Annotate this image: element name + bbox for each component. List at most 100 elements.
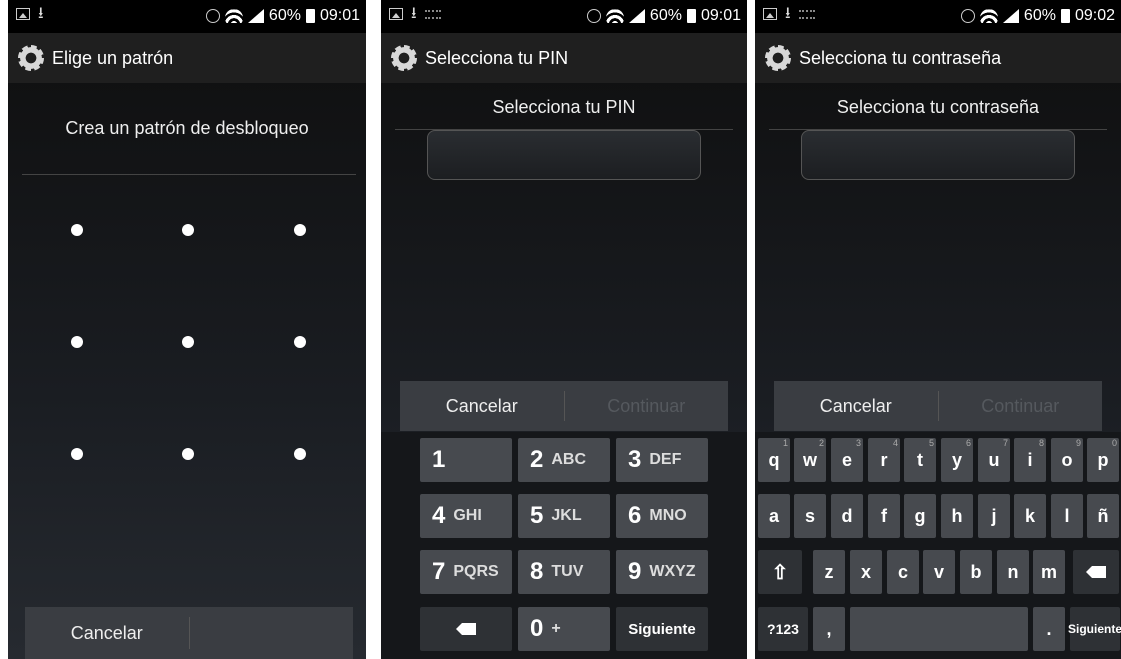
- key-t[interactable]: t5: [904, 438, 936, 482]
- key-h[interactable]: h: [941, 494, 973, 538]
- key-r[interactable]: r4: [868, 438, 900, 482]
- key-l[interactable]: l: [1051, 494, 1083, 538]
- key-digit: 8: [530, 558, 544, 585]
- alarm-icon: [586, 9, 601, 23]
- key-hint: 8: [1038, 438, 1044, 448]
- key-n-tilde[interactable]: ñ: [1087, 494, 1119, 538]
- key-x[interactable]: x: [850, 550, 882, 594]
- key-letters: JKL: [551, 507, 582, 524]
- next-key[interactable]: Siguiente: [616, 607, 708, 651]
- key-3[interactable]: 3 DEF: [616, 438, 708, 482]
- comma-key[interactable]: ,: [813, 607, 845, 651]
- pin-input[interactable]: [427, 130, 701, 180]
- backspace-icon: [456, 623, 476, 635]
- key-k[interactable]: k: [1014, 494, 1046, 538]
- key-hint: 2: [818, 438, 824, 448]
- backspace-key[interactable]: [420, 607, 512, 651]
- key-u[interactable]: u7: [978, 438, 1010, 482]
- key-7[interactable]: 7 PQRS: [420, 550, 512, 594]
- pattern-dot-1[interactable]: [71, 224, 83, 236]
- key-digit: 1: [432, 446, 446, 473]
- key-i[interactable]: i8: [1014, 438, 1046, 482]
- key-p[interactable]: p0: [1087, 438, 1119, 482]
- key-s[interactable]: s: [794, 494, 826, 538]
- key-c[interactable]: c: [887, 550, 919, 594]
- key-9[interactable]: 9 WXYZ: [616, 550, 708, 594]
- next-key[interactable]: Siguiente: [1068, 607, 1121, 651]
- backspace-icon: [1086, 566, 1106, 578]
- action-bar: Selecciona tu PIN: [381, 33, 747, 83]
- image-notification-icon: [763, 8, 777, 20]
- download-icon: ⭳: [785, 5, 791, 22]
- key-v[interactable]: v: [923, 550, 955, 594]
- pattern-dot-2[interactable]: [182, 224, 194, 236]
- key-0[interactable]: 0 +: [518, 607, 610, 651]
- pattern-dot-9[interactable]: [294, 448, 306, 460]
- pattern-prompt: Crea un patrón de desbloqueo: [65, 118, 309, 138]
- key-e[interactable]: e3: [831, 438, 863, 482]
- key-4[interactable]: 4 GHI: [420, 494, 512, 538]
- key-2[interactable]: 2 ABC: [518, 438, 610, 482]
- key-z[interactable]: z: [813, 550, 845, 594]
- key-letters: +: [551, 620, 561, 637]
- space-key[interactable]: [850, 607, 1028, 651]
- key-digit: 5: [530, 502, 544, 529]
- battery-percent: 60%: [649, 7, 682, 24]
- key-o[interactable]: o9: [1051, 438, 1083, 482]
- button-bar: Cancelar: [25, 607, 353, 659]
- download-icon: ⭳: [38, 5, 44, 22]
- key-hint: 9: [1075, 438, 1081, 448]
- pattern-dot-3[interactable]: [294, 224, 306, 236]
- gear-icon: [18, 45, 44, 71]
- key-digit: 3: [628, 446, 642, 473]
- key-hint: 4: [892, 438, 898, 448]
- pattern-dot-4[interactable]: [71, 336, 83, 348]
- key-1[interactable]: 1: [420, 438, 512, 482]
- key-letters: TUV: [551, 563, 584, 580]
- gear-icon: [391, 45, 417, 71]
- cancel-button[interactable]: Cancelar: [774, 381, 938, 431]
- pattern-dot-5[interactable]: [182, 336, 194, 348]
- cancel-button[interactable]: Cancelar: [400, 381, 564, 431]
- key-6[interactable]: 6 MNO: [616, 494, 708, 538]
- key-q[interactable]: q1: [758, 438, 790, 482]
- download-icon: ⭳: [411, 5, 417, 22]
- key-m[interactable]: m: [1033, 550, 1065, 594]
- numeric-keypad: 1 2 ABC 3 DEF 4 GHI 5 JKL 6 MNO 7 PQRS 8 TUV 9W…: [381, 432, 747, 659]
- backspace-key[interactable]: [1073, 550, 1119, 594]
- continue-button[interactable]: Continuar: [939, 381, 1103, 431]
- key-g[interactable]: g: [904, 494, 936, 538]
- key-j[interactable]: j: [978, 494, 1010, 538]
- status-bar: ⭳ 60% 09:02: [755, 0, 1121, 33]
- key-8[interactable]: 8 TUV: [518, 550, 610, 594]
- key-a[interactable]: a: [758, 494, 790, 538]
- key-f[interactable]: f: [868, 494, 900, 538]
- key-n[interactable]: n: [997, 550, 1029, 594]
- continue-button[interactable]: Continuar: [565, 381, 729, 431]
- period-key[interactable]: .: [1033, 607, 1065, 651]
- pattern-dot-8[interactable]: [182, 448, 194, 460]
- key-y[interactable]: y6: [941, 438, 973, 482]
- cancel-button[interactable]: Cancelar: [25, 607, 189, 659]
- symbols-key[interactable]: ?123: [758, 607, 808, 651]
- key-5[interactable]: 5 JKL: [518, 494, 610, 538]
- password-input[interactable]: [801, 130, 1075, 180]
- alarm-icon: [960, 9, 975, 23]
- key-b[interactable]: b: [960, 550, 992, 594]
- battery-icon: [305, 9, 315, 23]
- continue-button[interactable]: [190, 607, 354, 659]
- key-w[interactable]: w2: [794, 438, 826, 482]
- alarm-icon: [205, 9, 220, 23]
- pattern-dot-6[interactable]: [294, 336, 306, 348]
- signal-icon: [1002, 9, 1019, 23]
- battery-percent: 60%: [1023, 7, 1056, 24]
- clock: 09:01: [319, 7, 360, 24]
- key-label: o: [1061, 449, 1073, 470]
- pattern-dot-7[interactable]: [71, 448, 83, 460]
- pin-prompt: Selecciona tu PIN: [492, 97, 636, 117]
- key-hint: 3: [855, 438, 861, 448]
- battery-icon: [686, 9, 696, 23]
- key-d[interactable]: d: [831, 494, 863, 538]
- page-title: Selecciona tu contraseña: [799, 47, 1002, 68]
- shift-key[interactable]: ⇧: [758, 550, 802, 594]
